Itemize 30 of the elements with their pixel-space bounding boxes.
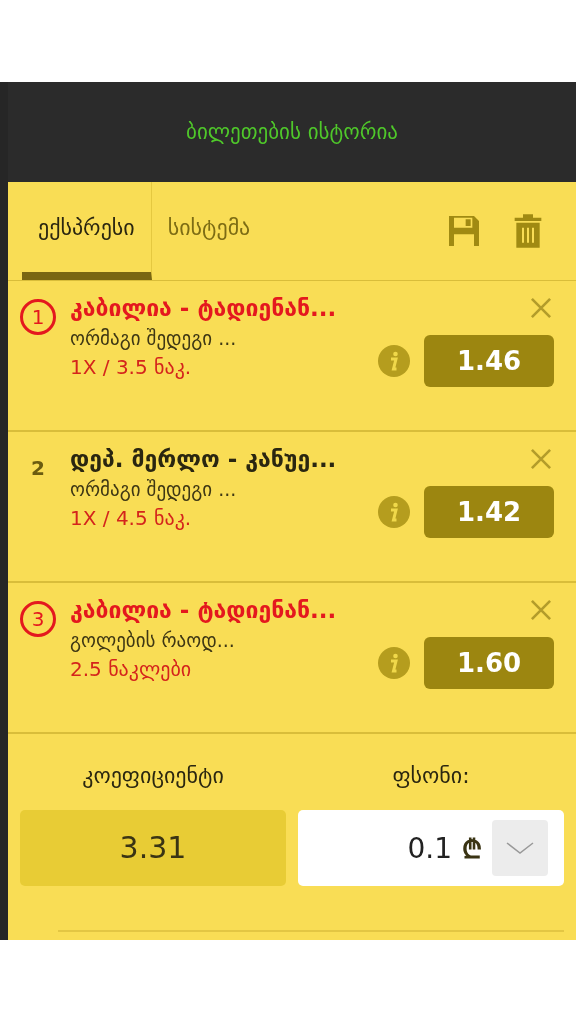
stake-label: ფსონი:: [392, 762, 470, 790]
bet-number: 2: [30, 455, 46, 482]
tab[interactable]: სისტემა: [151, 182, 267, 280]
stake-field[interactable]: 0.1 ₾: [298, 810, 564, 886]
tab[interactable]: ექსპრესი: [22, 182, 152, 280]
odds-value: 1.46: [424, 335, 554, 387]
close-icon[interactable]: [528, 446, 554, 472]
close-icon[interactable]: [528, 597, 554, 623]
match-name: დეპ. მერლო - კანუე...: [70, 446, 338, 472]
header-title: ბილეთების ისტორია: [186, 120, 398, 144]
bet-number: 3: [20, 601, 56, 637]
info-icon[interactable]: [378, 647, 410, 679]
close-icon[interactable]: [528, 295, 554, 321]
match-name: კაბილია - ტადიენან...: [70, 597, 338, 623]
match-name: კაბილია - ტადიენან...: [70, 295, 338, 321]
odds-label: კოეფიციენტი: [82, 762, 224, 790]
bet-number: 1: [20, 299, 56, 335]
chevron-icon: [505, 840, 535, 856]
info-icon[interactable]: [378, 496, 410, 528]
market-name: ორმაგი შედეგი ...: [70, 478, 238, 500]
bet-pick: 1X / 3.5 ნაკ.: [70, 355, 193, 379]
odds-value: 1.60: [424, 637, 554, 689]
info-icon[interactable]: [378, 345, 410, 377]
bet-pick: 1X / 4.5 ნაკ.: [70, 506, 193, 530]
dropdown-button[interactable]: [492, 820, 548, 876]
total-odds: 3.31: [20, 810, 286, 886]
market-name: ორმაგი შედეგი ...: [70, 327, 238, 349]
odds-value: 1.42: [424, 486, 554, 538]
market-name: გოლების რაოდ...: [70, 629, 236, 651]
bet-pick: 2.5 ნაკლები: [70, 657, 193, 681]
